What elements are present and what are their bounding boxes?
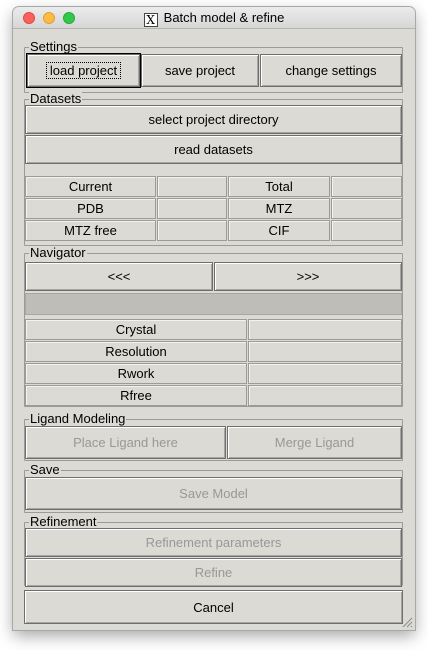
save-label: Save bbox=[29, 462, 61, 477]
change-settings-button[interactable]: change settings bbox=[260, 54, 402, 87]
dataset-mtz-free-value bbox=[157, 220, 227, 241]
merge-ligand-button[interactable]: Merge Ligand bbox=[227, 426, 402, 459]
dataset-total-value bbox=[331, 176, 402, 197]
dataset-mtz-value bbox=[331, 198, 402, 219]
select-project-directory-label: select project directory bbox=[148, 112, 279, 127]
rwork-value bbox=[248, 363, 402, 384]
cancel-button[interactable]: Cancel bbox=[24, 590, 403, 624]
refine-button[interactable]: Refine bbox=[25, 558, 402, 587]
next-dataset-label: >>> bbox=[296, 269, 320, 284]
cancel-label: Cancel bbox=[193, 599, 234, 615]
dataset-pdb-label: PDB bbox=[25, 198, 156, 219]
refinement-parameters-label: Refinement parameters bbox=[145, 535, 282, 550]
dataset-pdb-value bbox=[157, 198, 227, 219]
rwork-label: Rwork bbox=[25, 363, 247, 384]
title-bar: X Batch model & refine bbox=[13, 7, 415, 29]
dataset-cif-label: CIF bbox=[228, 220, 330, 241]
datasets-label: Datasets bbox=[29, 91, 83, 106]
read-datasets-button[interactable]: read datasets bbox=[25, 135, 402, 164]
load-project-label: load project bbox=[45, 62, 122, 79]
save-model-button[interactable]: Save Model bbox=[25, 477, 402, 510]
dataset-mtz-label: MTZ bbox=[228, 198, 330, 219]
navigator-status-bar bbox=[25, 293, 402, 315]
rfree-label: Rfree bbox=[25, 385, 247, 406]
merge-ligand-label: Merge Ligand bbox=[274, 435, 355, 450]
settings-label: Settings bbox=[29, 39, 78, 54]
window-title: Batch model & refine bbox=[163, 10, 285, 25]
place-ligand-label: Place Ligand here bbox=[73, 435, 178, 450]
navigator-label: Navigator bbox=[29, 245, 87, 260]
resolution-label: Resolution bbox=[25, 341, 247, 362]
crystal-value bbox=[248, 319, 402, 340]
batch-model-refine-window: X Batch model & refine Settings load proj… bbox=[13, 7, 415, 630]
crystal-label: Crystal bbox=[25, 319, 247, 340]
ligand-modeling-label: Ligand Modeling bbox=[29, 411, 127, 426]
next-dataset-button[interactable]: >>> bbox=[214, 262, 402, 291]
x11-icon: X bbox=[143, 13, 158, 27]
window-title-group: X Batch model & refine bbox=[13, 10, 415, 27]
select-project-directory-button[interactable]: select project directory bbox=[25, 105, 402, 134]
dataset-cif-value bbox=[331, 220, 402, 241]
refinement-parameters-button[interactable]: Refinement parameters bbox=[25, 528, 402, 557]
dataset-current-label: Current bbox=[25, 176, 156, 197]
save-project-label: save project bbox=[164, 63, 236, 78]
save-project-button[interactable]: save project bbox=[141, 54, 259, 87]
previous-dataset-button[interactable]: <<< bbox=[25, 262, 213, 291]
resolution-value bbox=[248, 341, 402, 362]
dataset-current-value bbox=[157, 176, 227, 197]
refine-label: Refine bbox=[194, 565, 233, 580]
load-project-button[interactable]: load project bbox=[27, 54, 140, 87]
dataset-total-label: Total bbox=[228, 176, 330, 197]
place-ligand-button[interactable]: Place Ligand here bbox=[25, 426, 226, 459]
refinement-label: Refinement bbox=[29, 514, 98, 529]
resize-grip-icon[interactable] bbox=[401, 616, 413, 628]
save-model-label: Save Model bbox=[179, 486, 248, 501]
change-settings-label: change settings bbox=[285, 63, 377, 78]
read-datasets-label: read datasets bbox=[174, 142, 253, 157]
previous-dataset-label: <<< bbox=[107, 269, 131, 284]
dataset-mtz-free-label: MTZ free bbox=[25, 220, 156, 241]
rfree-value bbox=[248, 385, 402, 406]
